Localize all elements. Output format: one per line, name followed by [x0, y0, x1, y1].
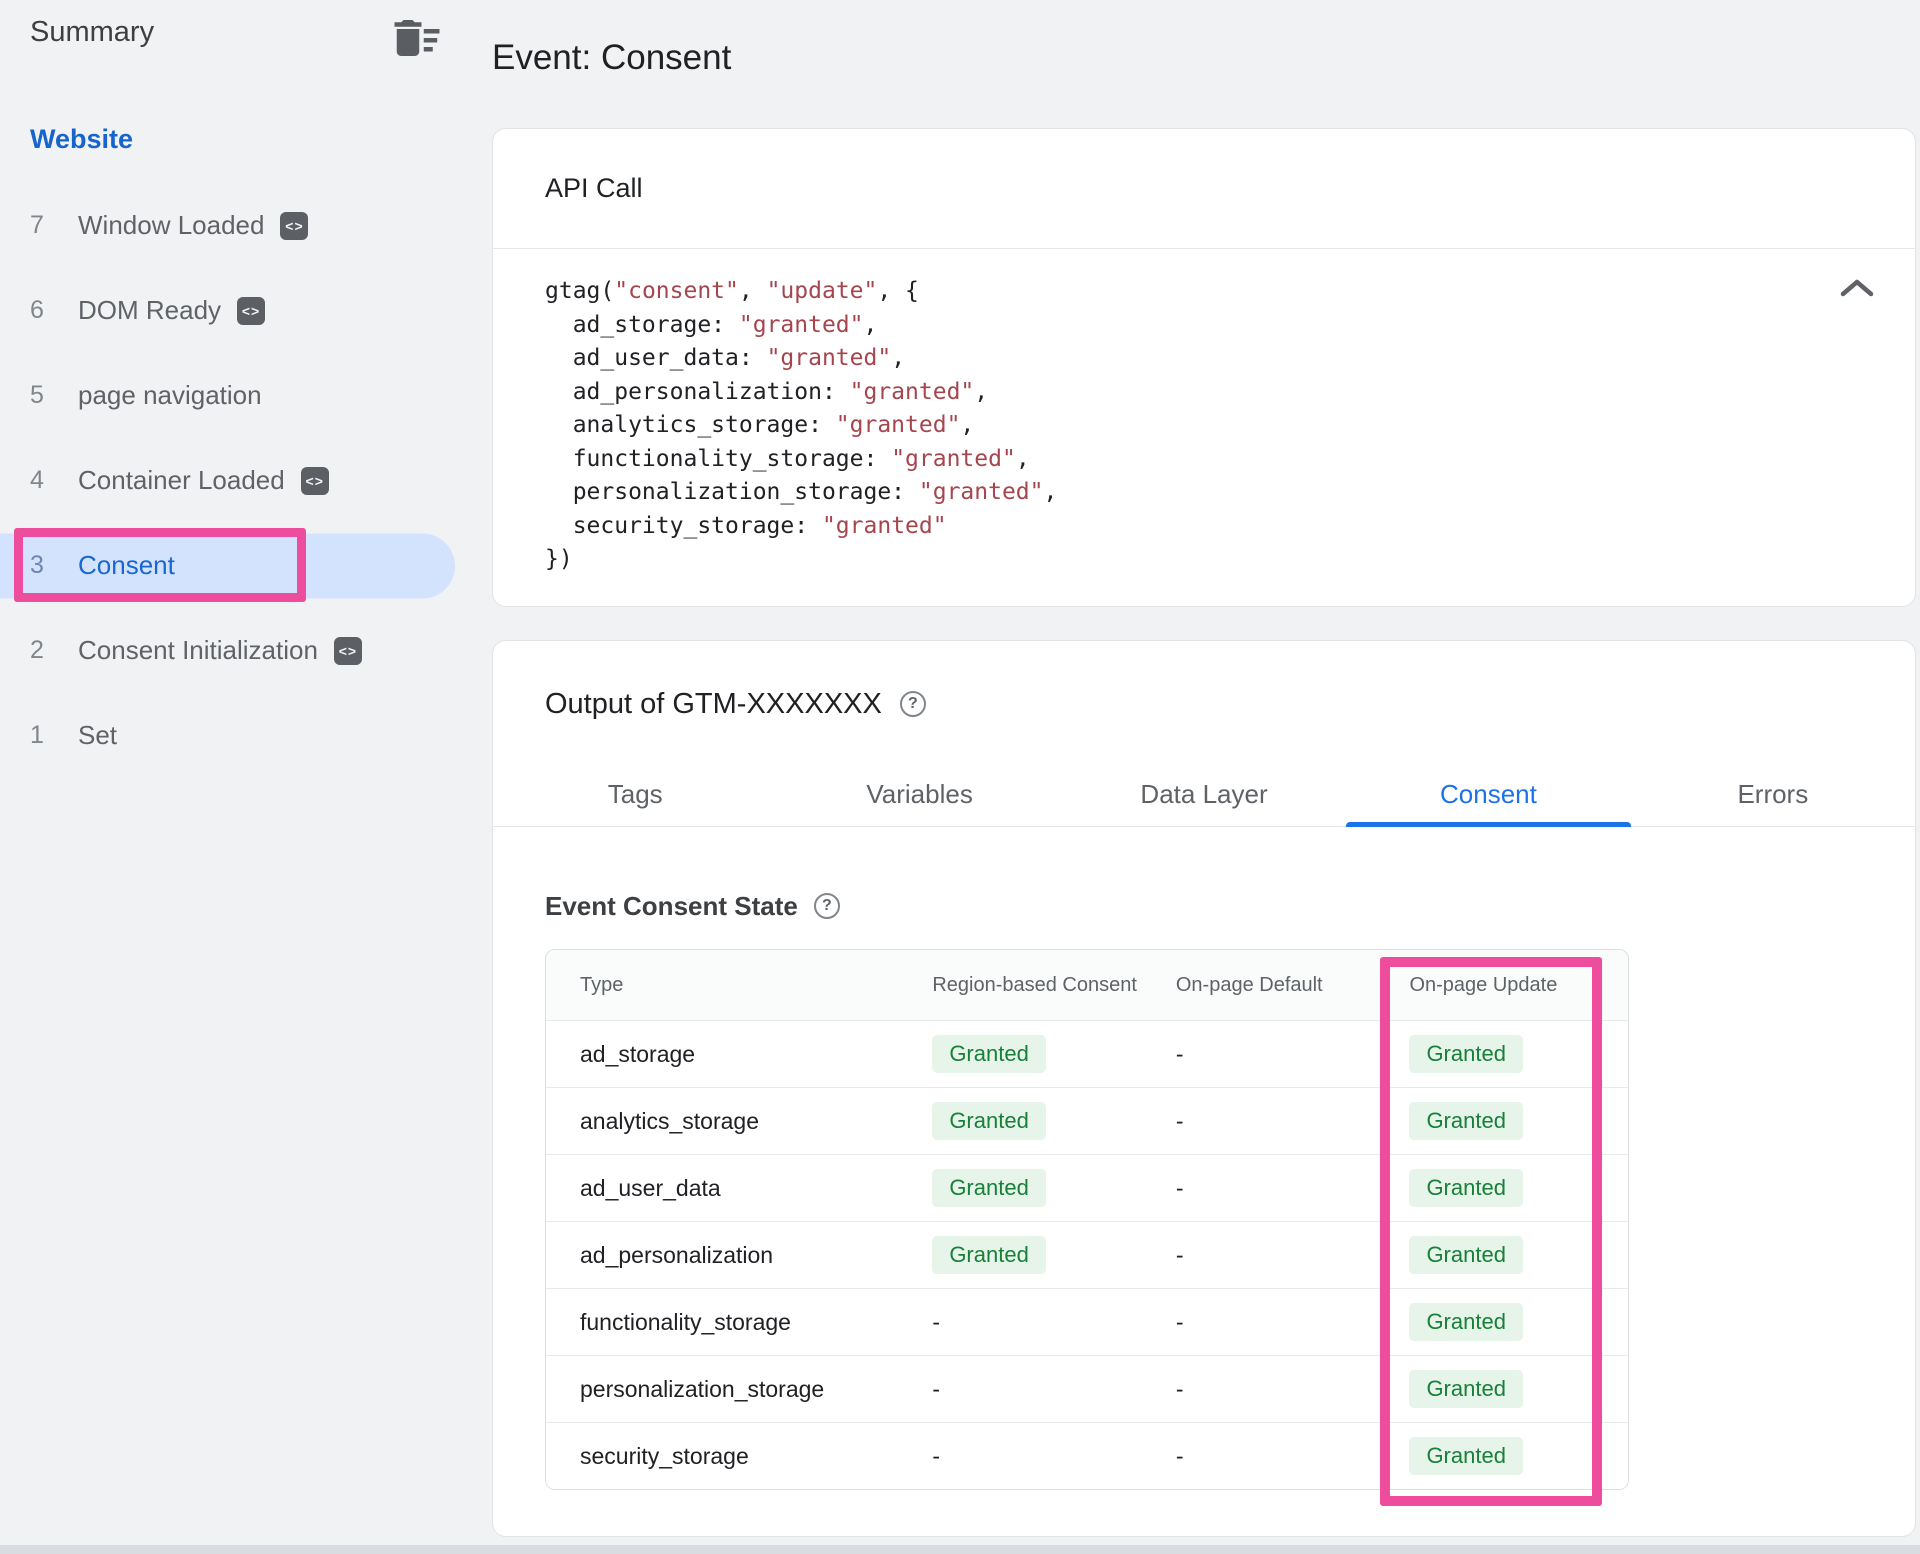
consent-type: security_storage	[546, 1443, 910, 1470]
column-header-region-consent: Region-based Consent	[910, 973, 1150, 997]
event-label: DOM Ready	[78, 295, 221, 326]
consent-type: analytics_storage	[546, 1108, 910, 1135]
delete-sweep-icon	[390, 11, 444, 68]
sidebar-item-dom-ready[interactable]: 6 DOM Ready <>	[0, 268, 470, 353]
onpage-default-value: -	[1150, 1376, 1380, 1403]
consent-type: personalization_storage	[546, 1376, 910, 1403]
tab-data-layer[interactable]: Data Layer	[1062, 763, 1346, 826]
code-icon: <>	[280, 212, 308, 240]
onpage-default-value: -	[1150, 1242, 1380, 1269]
event-label: Window Loaded	[78, 210, 264, 241]
region-consent-value: -	[910, 1443, 1150, 1470]
consent-type: ad_user_data	[546, 1175, 910, 1202]
event-number: 5	[30, 381, 78, 410]
gtm-output-title: Output of GTM-XXXXXXX	[545, 687, 882, 721]
sidebar-item-consent-initialization[interactable]: 2 Consent Initialization <>	[0, 608, 470, 693]
help-icon[interactable]: ?	[814, 893, 840, 919]
api-call-code-section: gtag("consent", "update", { ad_storage: …	[493, 249, 1915, 603]
api-call-title: API Call	[493, 129, 1915, 249]
sidebar-item-container-loaded[interactable]: 4 Container Loaded <>	[0, 438, 470, 523]
onpage-default-value: -	[1150, 1041, 1380, 1068]
collapse-code-button[interactable]	[1835, 271, 1879, 307]
consent-type: ad_storage	[546, 1041, 910, 1068]
status-badge: Granted	[932, 1035, 1046, 1073]
sidebar-item-page-navigation[interactable]: 5 page navigation	[0, 353, 470, 438]
onpage-default-value: -	[1150, 1175, 1380, 1202]
api-call-code: gtag("consent", "update", { ad_storage: …	[493, 249, 1915, 603]
website-section-label: Website	[30, 124, 133, 155]
tab-consent[interactable]: Consent	[1346, 763, 1630, 826]
onpage-default-value: -	[1150, 1108, 1380, 1135]
clear-events-button[interactable]	[388, 10, 446, 68]
event-number: 7	[30, 211, 78, 240]
chevron-up-icon	[1839, 278, 1875, 301]
annotation-consent-event-highlight	[14, 528, 306, 602]
event-label: Container Loaded	[78, 465, 285, 496]
summary-title[interactable]: Summary	[30, 16, 154, 49]
event-number: 2	[30, 636, 78, 665]
bottom-edge-strip	[0, 1545, 1920, 1554]
event-consent-state-title: Event Consent State	[545, 889, 798, 923]
tab-variables[interactable]: Variables	[777, 763, 1061, 826]
column-header-type: Type	[546, 973, 910, 997]
sidebar-item-window-loaded[interactable]: 7 Window Loaded <>	[0, 183, 470, 268]
onpage-default-value: -	[1150, 1443, 1380, 1470]
status-badge: Granted	[932, 1169, 1046, 1207]
sidebar-item-set[interactable]: 1 Set	[0, 693, 470, 778]
event-consent-state-heading: Event Consent State ?	[545, 889, 1915, 923]
code-icon: <>	[237, 297, 265, 325]
status-badge: Granted	[932, 1236, 1046, 1274]
code-icon: <>	[334, 637, 362, 665]
event-label: Consent Initialization	[78, 635, 318, 666]
event-number: 4	[30, 466, 78, 495]
gtm-output-card: Output of GTM-XXXXXXX ? Tags Variables D…	[492, 640, 1916, 1537]
consent-type: functionality_storage	[546, 1309, 910, 1336]
region-consent-value: -	[910, 1309, 1150, 1336]
code-icon: <>	[301, 467, 329, 495]
annotation-onpage-update-column-highlight	[1380, 957, 1602, 1506]
page-title: Event: Consent	[492, 38, 731, 78]
onpage-default-value: -	[1150, 1309, 1380, 1336]
column-header-onpage-default: On-page Default	[1150, 973, 1380, 997]
tab-tags[interactable]: Tags	[493, 763, 777, 826]
event-label: page navigation	[78, 380, 262, 411]
event-label: Set	[78, 720, 117, 751]
region-consent-value: -	[910, 1376, 1150, 1403]
api-call-card: API Call gtag("consent", "update", { ad_…	[492, 128, 1916, 607]
gtm-output-heading: Output of GTM-XXXXXXX ?	[493, 641, 1915, 721]
event-list: 7 Window Loaded <> 6 DOM Ready <> 5 page…	[0, 183, 470, 778]
status-badge: Granted	[932, 1102, 1046, 1140]
tab-errors[interactable]: Errors	[1631, 763, 1915, 826]
output-tabs: Tags Variables Data Layer Consent Errors	[493, 763, 1915, 827]
event-number: 6	[30, 296, 78, 325]
event-number: 1	[30, 721, 78, 750]
tag-assistant-debug-view: Summary Website 7 Window Loaded <> 6 DOM…	[0, 0, 1920, 1554]
help-icon[interactable]: ?	[900, 691, 926, 717]
consent-type: ad_personalization	[546, 1242, 910, 1269]
